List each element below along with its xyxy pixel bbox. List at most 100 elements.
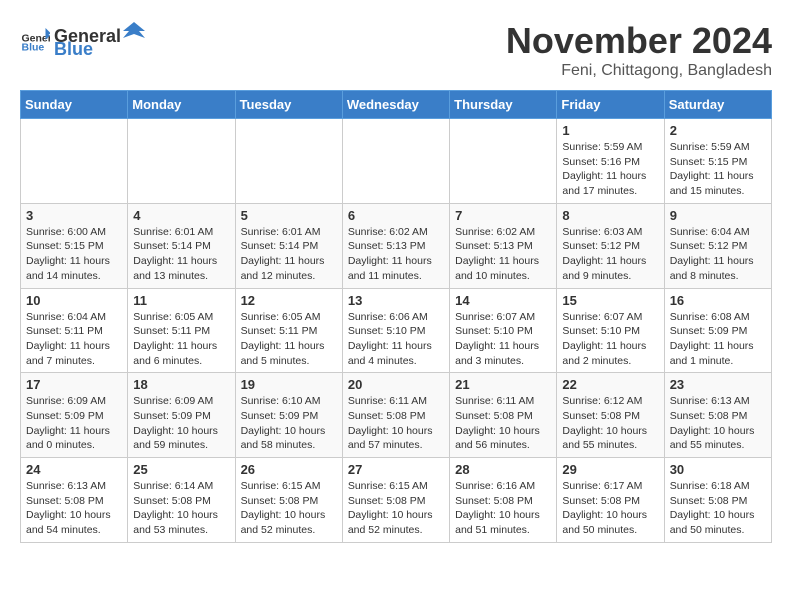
day-info: Sunrise: 6:02 AMSunset: 5:13 PMDaylight:… — [455, 225, 551, 284]
day-number: 25 — [133, 462, 229, 477]
day-cell: 14Sunrise: 6:07 AMSunset: 5:10 PMDayligh… — [450, 288, 557, 373]
day-cell: 24 Sunrise: 6:13 AMSunset: 5:08 PMDayligh… — [21, 458, 128, 543]
day-number: 24 — [26, 462, 122, 477]
week-row-4: 17 Sunrise: 6:09 AMSunset: 5:09 PMDayligh… — [21, 373, 772, 458]
header-friday: Friday — [557, 91, 664, 119]
day-number: 20 — [348, 377, 444, 392]
logo: General Blue General Blue — [20, 20, 147, 60]
day-info: Sunrise: 6:04 AMSunset: 5:12 PMDaylight:… — [670, 225, 766, 284]
day-info: Sunrise: 6:18 AMSunset: 5:08 PMDaylight:… — [670, 479, 766, 538]
day-number: 9 — [670, 208, 766, 223]
day-cell: 3 Sunrise: 6:00 AMSunset: 5:15 PMDaylight… — [21, 203, 128, 288]
day-info: Sunrise: 6:04 AMSunset: 5:11 PMDaylight:… — [26, 310, 122, 369]
day-cell: 7 Sunrise: 6:02 AMSunset: 5:13 PMDaylight… — [450, 203, 557, 288]
day-cell — [235, 119, 342, 204]
day-number: 22 — [562, 377, 658, 392]
day-info: Sunrise: 6:13 AMSunset: 5:08 PMDaylight:… — [26, 479, 122, 538]
day-info: Sunrise: 6:13 AMSunset: 5:08 PMDaylight:… — [670, 394, 766, 453]
day-cell: 19Sunrise: 6:10 AMSunset: 5:09 PMDayligh… — [235, 373, 342, 458]
day-cell: 22 Sunrise: 6:12 AMSunset: 5:08 PMDayligh… — [557, 373, 664, 458]
day-number: 12 — [241, 293, 337, 308]
day-number: 4 — [133, 208, 229, 223]
day-number: 28 — [455, 462, 551, 477]
day-cell: 23Sunrise: 6:13 AMSunset: 5:08 PMDayligh… — [664, 373, 771, 458]
day-info: Sunrise: 5:59 AMSunset: 5:16 PMDaylight:… — [562, 140, 658, 199]
day-cell: 15 Sunrise: 6:07 AMSunset: 5:10 PMDayligh… — [557, 288, 664, 373]
day-cell: 2 Sunrise: 5:59 AMSunset: 5:15 PMDaylight… — [664, 119, 771, 204]
month-title: November 2024 — [506, 20, 772, 62]
day-number: 2 — [670, 123, 766, 138]
day-info: Sunrise: 6:11 AMSunset: 5:08 PMDaylight:… — [348, 394, 444, 453]
day-number: 6 — [348, 208, 444, 223]
day-cell: 28 Sunrise: 6:16 AMSunset: 5:08 PMDayligh… — [450, 458, 557, 543]
day-number: 21 — [455, 377, 551, 392]
day-cell: 4 Sunrise: 6:01 AMSunset: 5:14 PMDaylight… — [128, 203, 235, 288]
day-info: Sunrise: 6:07 AMSunset: 5:10 PMDaylight:… — [455, 310, 551, 369]
day-number: 13 — [348, 293, 444, 308]
day-info: Sunrise: 6:14 AMSunset: 5:08 PMDaylight:… — [133, 479, 229, 538]
day-cell: 12 Sunrise: 6:05 AMSunset: 5:11 PMDayligh… — [235, 288, 342, 373]
day-cell: 1Sunrise: 5:59 AMSunset: 5:16 PMDaylight… — [557, 119, 664, 204]
day-number: 7 — [455, 208, 551, 223]
day-info: Sunrise: 5:59 AMSunset: 5:15 PMDaylight:… — [670, 140, 766, 199]
day-cell: 8Sunrise: 6:03 AMSunset: 5:12 PMDaylight… — [557, 203, 664, 288]
location-title: Feni, Chittagong, Bangladesh — [506, 62, 772, 80]
day-cell: 17 Sunrise: 6:09 AMSunset: 5:09 PMDayligh… — [21, 373, 128, 458]
day-number: 3 — [26, 208, 122, 223]
header-sunday: Sunday — [21, 91, 128, 119]
day-number: 5 — [241, 208, 337, 223]
day-cell: 5 Sunrise: 6:01 AMSunset: 5:14 PMDaylight… — [235, 203, 342, 288]
day-info: Sunrise: 6:08 AMSunset: 5:09 PMDaylight:… — [670, 310, 766, 369]
day-number: 15 — [562, 293, 658, 308]
day-info: Sunrise: 6:01 AMSunset: 5:14 PMDaylight:… — [133, 225, 229, 284]
day-number: 17 — [26, 377, 122, 392]
day-info: Sunrise: 6:05 AMSunset: 5:11 PMDaylight:… — [133, 310, 229, 369]
day-info: Sunrise: 6:07 AMSunset: 5:10 PMDaylight:… — [562, 310, 658, 369]
day-cell: 18 Sunrise: 6:09 AMSunset: 5:09 PMDayligh… — [128, 373, 235, 458]
day-cell: 10Sunrise: 6:04 AMSunset: 5:11 PMDayligh… — [21, 288, 128, 373]
day-info: Sunrise: 6:05 AMSunset: 5:11 PMDaylight:… — [241, 310, 337, 369]
day-number: 26 — [241, 462, 337, 477]
header-saturday: Saturday — [664, 91, 771, 119]
week-row-2: 3 Sunrise: 6:00 AMSunset: 5:15 PMDaylight… — [21, 203, 772, 288]
day-info: Sunrise: 6:15 AMSunset: 5:08 PMDaylight:… — [348, 479, 444, 538]
day-cell: 26Sunrise: 6:15 AMSunset: 5:08 PMDayligh… — [235, 458, 342, 543]
day-cell: 27Sunrise: 6:15 AMSunset: 5:08 PMDayligh… — [342, 458, 449, 543]
day-cell: 21 Sunrise: 6:11 AMSunset: 5:08 PMDayligh… — [450, 373, 557, 458]
day-info: Sunrise: 6:09 AMSunset: 5:09 PMDaylight:… — [26, 394, 122, 453]
day-number: 19 — [241, 377, 337, 392]
day-cell — [128, 119, 235, 204]
day-info: Sunrise: 6:00 AMSunset: 5:15 PMDaylight:… — [26, 225, 122, 284]
day-info: Sunrise: 6:12 AMSunset: 5:08 PMDaylight:… — [562, 394, 658, 453]
day-cell: 16Sunrise: 6:08 AMSunset: 5:09 PMDayligh… — [664, 288, 771, 373]
day-cell: 29 Sunrise: 6:17 AMSunset: 5:08 PMDayligh… — [557, 458, 664, 543]
day-cell: 13Sunrise: 6:06 AMSunset: 5:10 PMDayligh… — [342, 288, 449, 373]
logo-bird-icon — [123, 20, 145, 42]
week-row-5: 24 Sunrise: 6:13 AMSunset: 5:08 PMDayligh… — [21, 458, 772, 543]
day-cell: 25 Sunrise: 6:14 AMSunset: 5:08 PMDayligh… — [128, 458, 235, 543]
calendar-table: SundayMondayTuesdayWednesdayThursdayFrid… — [20, 90, 772, 543]
day-cell: 11 Sunrise: 6:05 AMSunset: 5:11 PMDayligh… — [128, 288, 235, 373]
header-wednesday: Wednesday — [342, 91, 449, 119]
logo-icon: General Blue — [20, 25, 50, 55]
day-cell: 9 Sunrise: 6:04 AMSunset: 5:12 PMDaylight… — [664, 203, 771, 288]
day-cell — [21, 119, 128, 204]
day-number: 11 — [133, 293, 229, 308]
header-monday: Monday — [128, 91, 235, 119]
day-cell — [342, 119, 449, 204]
calendar-header-row: SundayMondayTuesdayWednesdayThursdayFrid… — [21, 91, 772, 119]
day-info: Sunrise: 6:02 AMSunset: 5:13 PMDaylight:… — [348, 225, 444, 284]
day-info: Sunrise: 6:09 AMSunset: 5:09 PMDaylight:… — [133, 394, 229, 453]
day-cell: 20 Sunrise: 6:11 AMSunset: 5:08 PMDayligh… — [342, 373, 449, 458]
day-number: 30 — [670, 462, 766, 477]
header-thursday: Thursday — [450, 91, 557, 119]
day-cell: 6 Sunrise: 6:02 AMSunset: 5:13 PMDaylight… — [342, 203, 449, 288]
day-number: 18 — [133, 377, 229, 392]
day-info: Sunrise: 6:17 AMSunset: 5:08 PMDaylight:… — [562, 479, 658, 538]
day-info: Sunrise: 6:01 AMSunset: 5:14 PMDaylight:… — [241, 225, 337, 284]
page-header: General Blue General Blue November 2024 … — [20, 20, 772, 80]
week-row-3: 10Sunrise: 6:04 AMSunset: 5:11 PMDayligh… — [21, 288, 772, 373]
day-info: Sunrise: 6:11 AMSunset: 5:08 PMDaylight:… — [455, 394, 551, 453]
day-info: Sunrise: 6:16 AMSunset: 5:08 PMDaylight:… — [455, 479, 551, 538]
day-number: 29 — [562, 462, 658, 477]
